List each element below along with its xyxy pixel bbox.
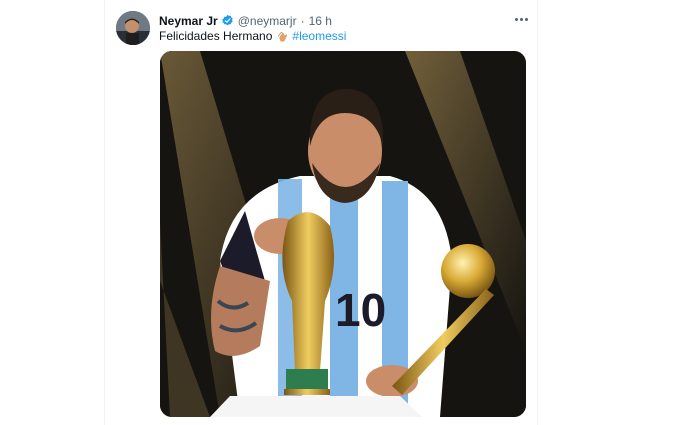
verified-badge-icon <box>222 14 233 26</box>
clapping-hands-emoji <box>278 31 288 42</box>
tweet-body: Felicidades Hermano <box>159 29 273 43</box>
photo-messi-world-cup-trophy: 10 <box>160 51 526 417</box>
separator-dot: · <box>300 13 305 28</box>
tweet-text: Felicidades Hermano #leomessi <box>159 29 346 43</box>
tweet-timestamp[interactable]: 16 h <box>309 14 332 28</box>
author-avatar[interactable] <box>116 11 150 45</box>
tweet-media-photo[interactable]: 10 <box>160 51 526 417</box>
author-handle[interactable]: @neymarjr <box>238 14 297 28</box>
tweet-header: Neymar Jr @neymarjr · 16 h <box>159 12 332 29</box>
author-name[interactable]: Neymar Jr <box>159 14 218 28</box>
avatar-image <box>116 11 150 45</box>
hashtag-link[interactable]: #leomessi <box>292 29 346 43</box>
svg-text:10: 10 <box>335 284 386 336</box>
more-options-icon[interactable] <box>511 11 531 27</box>
